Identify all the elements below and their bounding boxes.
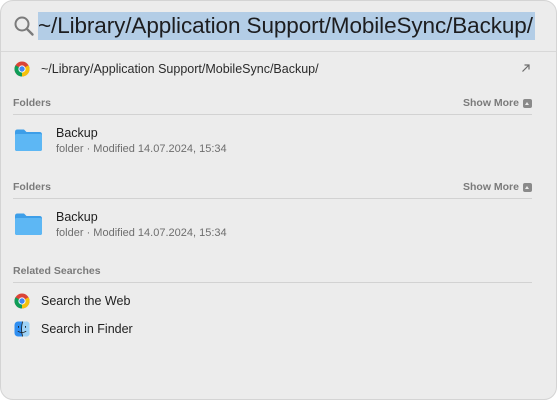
chrome-icon — [14, 293, 30, 309]
chrome-icon — [14, 61, 30, 77]
result-title: Backup — [56, 210, 98, 224]
show-more-label: Show More — [462, 181, 519, 193]
section-title: Folders — [13, 97, 51, 109]
list-item[interactable]: Backup folder · Modified 14.07.2024, 15:… — [1, 203, 556, 253]
spotlight-panel: ~/Library/Application Support/MobileSync… — [0, 0, 557, 400]
related-item-label: Search the Web — [41, 294, 131, 308]
section-header-folders: Folders Show More — [13, 96, 532, 115]
show-more-button[interactable]: Show More — [463, 180, 532, 194]
show-more-button[interactable]: Show More — [463, 96, 532, 110]
result-title: Backup — [56, 126, 98, 140]
list-item[interactable]: Backup folder · Modified 14.07.2024, 15:… — [1, 119, 556, 169]
search-bar[interactable]: ~/Library/Application Support/MobileSync… — [1, 1, 556, 52]
section-header-related-searches: Related Searches — [13, 264, 532, 283]
result-subtitle: folder · Modified 14.07.2024, 15:34 — [56, 143, 227, 155]
search-query-text[interactable]: ~/Library/Application Support/MobileSync… — [38, 12, 535, 40]
top-hit-label: ~/Library/Application Support/MobileSync… — [41, 62, 319, 76]
search-icon — [14, 16, 34, 36]
keyboard-shortcut-icon — [523, 182, 532, 192]
folder-icon — [15, 213, 42, 235]
result-subtitle: folder · Modified 14.07.2024, 15:34 — [56, 227, 227, 239]
top-hit-result[interactable]: ~/Library/Application Support/MobileSync… — [1, 53, 556, 85]
related-item-search-finder[interactable]: Search in Finder — [1, 316, 556, 342]
open-arrow-icon[interactable] — [520, 62, 532, 74]
section-title: Related Searches — [13, 265, 101, 277]
keyboard-shortcut-icon — [523, 98, 532, 108]
related-item-label: Search in Finder — [41, 322, 133, 336]
section-header-folders: Folders Show More — [13, 180, 532, 199]
finder-icon — [14, 321, 30, 337]
section-title: Folders — [13, 181, 51, 193]
folder-icon — [15, 129, 42, 151]
show-more-label: Show More — [462, 97, 519, 109]
related-item-search-web[interactable]: Search the Web — [1, 288, 556, 314]
search-input[interactable]: ~/Library/Application Support/MobileSync… — [38, 12, 556, 40]
